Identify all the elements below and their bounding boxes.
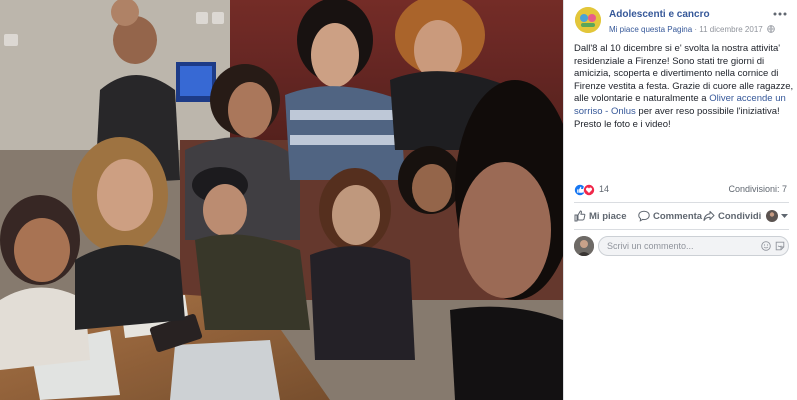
post-details-panel: Adolescenti e cancro Mi piace questa Pag… [563, 0, 797, 400]
divider [574, 202, 789, 203]
page-logo-icon [575, 7, 601, 33]
like-button-label: Mi piace [589, 210, 627, 222]
profile-selector-icon[interactable] [765, 209, 789, 223]
emoji-icon[interactable] [761, 241, 771, 251]
comment-button[interactable]: Commenta [638, 208, 702, 224]
page-name-link[interactable]: Adolescenti e cancro [609, 9, 710, 20]
post-meta: Mi piace questa Pagina · 11 dicembre 201… [609, 25, 775, 34]
comment-icon [638, 210, 650, 222]
like-page-link[interactable]: Mi piace questa Pagina [609, 25, 692, 34]
page-avatar[interactable] [575, 7, 601, 33]
comment-composer: Scrivi un commento... [574, 236, 789, 256]
avatar[interactable] [574, 236, 594, 256]
share-arrow-icon [703, 211, 715, 221]
like-button[interactable]: Mi piace [574, 208, 627, 224]
reactions-summary: 14 Condivisioni: 7 [574, 183, 789, 197]
post-date[interactable]: 11 dicembre 2017 [699, 25, 762, 34]
reaction-icons[interactable] [574, 184, 598, 196]
post-header: Adolescenti e cancro Mi piace questa Pag… [574, 7, 789, 37]
sticker-icon[interactable] [775, 241, 785, 251]
divider [574, 229, 789, 230]
love-reaction-icon [582, 184, 595, 196]
comment-button-label: Commenta [653, 210, 703, 222]
thumbs-up-icon [574, 210, 586, 222]
reaction-count[interactable]: 14 [599, 184, 609, 194]
user-photo-icon [574, 236, 594, 256]
more-options-icon[interactable] [771, 9, 789, 19]
shares-count[interactable]: Condivisioni: 7 [728, 184, 787, 194]
comment-placeholder: Scrivi un commento... [607, 241, 694, 251]
post-text: Dall'8 al 10 dicembre si e' svolta la no… [574, 43, 794, 131]
share-button-label: Condividi [718, 210, 762, 222]
share-button[interactable]: Condividi [703, 208, 761, 224]
post-actions: Mi piace Commenta Condividi [574, 206, 789, 226]
post-photo[interactable] [0, 0, 563, 400]
group-selfie-image [0, 0, 563, 400]
globe-icon [767, 25, 775, 33]
